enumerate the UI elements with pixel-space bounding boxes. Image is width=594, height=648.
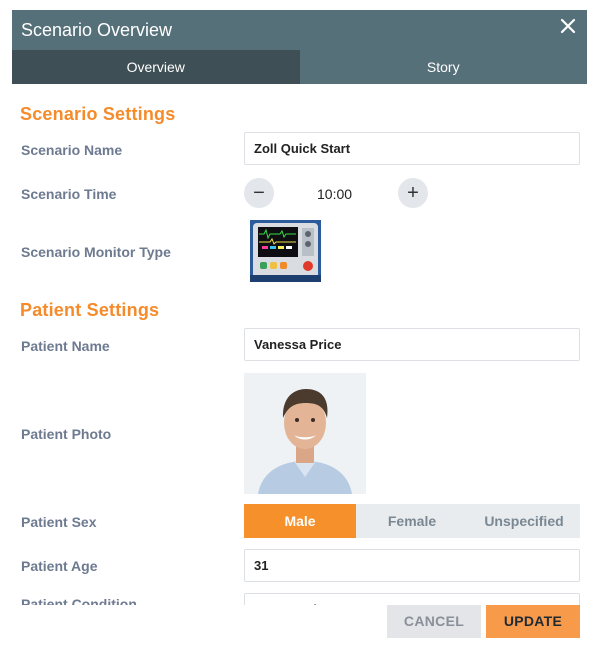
plus-icon[interactable]: + [398, 178, 428, 208]
update-button[interactable]: UPDATE [486, 605, 580, 638]
tab-overview[interactable]: Overview [12, 50, 300, 84]
patient-name-field[interactable]: Vanessa Price [244, 328, 580, 361]
scenario-settings-heading: Scenario Settings [20, 104, 176, 124]
scenario-name-label: Scenario Name [21, 142, 123, 158]
patient-sex-label: Patient Sex [21, 514, 97, 530]
cancel-button[interactable]: CANCEL [387, 605, 481, 638]
patient-condition-label: Patient Condition [21, 596, 137, 605]
sex-option-unspecified[interactable]: Unspecified [468, 504, 580, 538]
tab-bar: Overview Story [12, 50, 587, 84]
patient-condition-field[interactable]: Pneumonia [244, 593, 580, 605]
tab-story[interactable]: Story [299, 50, 587, 84]
monitor-type-thumbnail[interactable] [250, 220, 321, 282]
sex-option-male[interactable]: Male [244, 504, 356, 538]
scenario-monitor-type-label: Scenario Monitor Type [21, 244, 171, 260]
dialog-footer: CANCEL UPDATE [12, 605, 587, 638]
dialog-titlebar: Scenario Overview [12, 10, 587, 50]
patient-settings-heading: Patient Settings [20, 300, 160, 320]
patient-photo[interactable] [244, 373, 366, 494]
patient-age-field[interactable]: 31 [244, 549, 580, 582]
minus-icon[interactable]: − [244, 178, 274, 208]
scenario-name-field[interactable]: Zoll Quick Start [244, 132, 580, 165]
settings-form[interactable]: Scenario Settings Scenario Name Zoll Qui… [12, 84, 587, 605]
patient-name-label: Patient Name [21, 338, 110, 354]
dialog-title: Scenario Overview [21, 20, 173, 40]
scenario-overview-dialog: Scenario Overview Overview Story Scenari… [12, 10, 587, 638]
patient-age-label: Patient Age [21, 558, 98, 574]
patient-sex-selector: Male Female Unspecified [244, 504, 580, 538]
sex-option-female[interactable]: Female [356, 504, 468, 538]
patient-photo-label: Patient Photo [21, 426, 112, 442]
scenario-time-label: Scenario Time [21, 186, 117, 202]
close-icon[interactable] [557, 15, 579, 37]
scenario-time-value: 10:00 [317, 186, 353, 202]
